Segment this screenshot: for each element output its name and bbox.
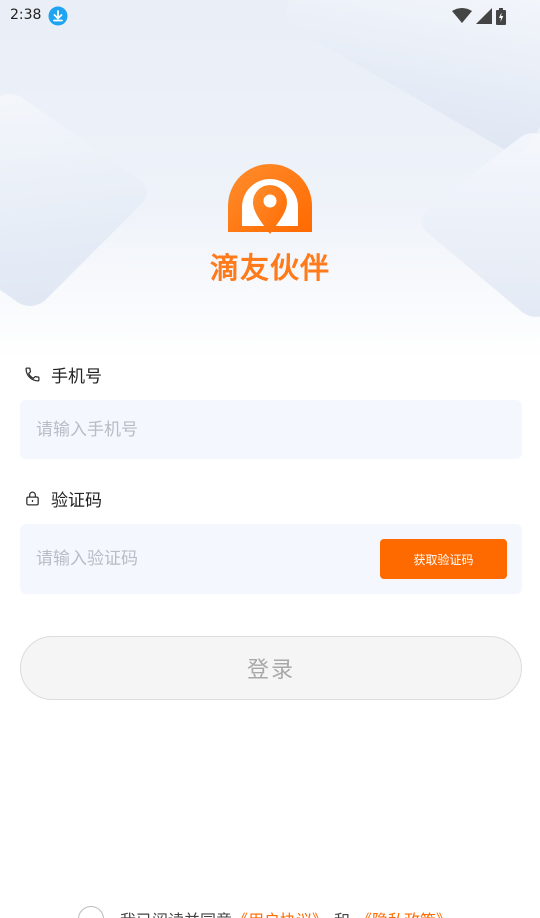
code-input[interactable]	[36, 524, 376, 594]
status-time: 2:38	[10, 7, 42, 23]
lock-icon	[26, 491, 39, 506]
phone-input-container	[20, 400, 522, 459]
phone-input[interactable]	[36, 400, 376, 459]
download-icon	[48, 6, 68, 26]
agreement-conjunction: 和	[334, 907, 350, 918]
code-label-text: 验证码	[51, 491, 102, 511]
phone-field-label: 手机号	[24, 362, 102, 387]
user-agreement-link[interactable]: 《用户协议》	[232, 907, 328, 918]
battery-icon	[496, 7, 506, 25]
privacy-policy-link[interactable]: 《隐私政策》	[356, 907, 452, 918]
signal-icon	[476, 8, 492, 24]
get-code-button[interactable]: 获取验证码	[380, 539, 507, 579]
agreement-row: 我已阅读并同意 《用户协议》 和 《隐私政策》	[78, 906, 452, 918]
location-pin-icon	[228, 164, 312, 234]
agreement-checkbox[interactable]	[78, 906, 104, 918]
code-input-container: 获取验证码	[20, 524, 522, 594]
login-button[interactable]: 登录	[20, 636, 522, 700]
code-field-label: 验证码	[24, 486, 102, 511]
status-bar: 2:38	[0, 0, 540, 32]
agreement-prefix: 我已阅读并同意	[120, 907, 232, 918]
wifi-icon	[452, 8, 472, 23]
brand-name: 滴友伙伴	[209, 251, 330, 285]
decorative-shape	[413, 126, 540, 324]
phone-icon	[25, 367, 40, 382]
phone-label-text: 手机号	[51, 367, 102, 387]
